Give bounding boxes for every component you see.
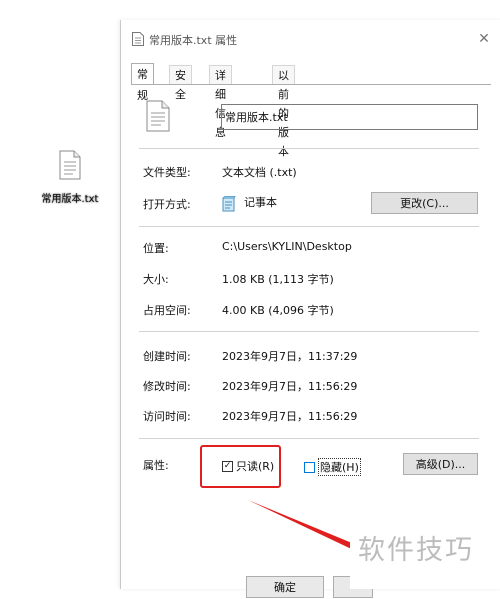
window-title: 常用版本.txt 属性 <box>149 34 238 47</box>
tab-previous-versions[interactable]: 以前的版本 <box>272 65 295 158</box>
hidden-label: 隐藏(H) <box>318 458 361 476</box>
tab-divider <box>131 84 491 85</box>
desktop-file-label: 常用版本.txt <box>41 194 99 205</box>
file-type-label: 文件类型: <box>143 166 191 179</box>
open-with-label: 打开方式: <box>143 198 191 211</box>
open-with-value: 记事本 <box>244 196 277 209</box>
tab-details[interactable]: 详细信息 <box>209 65 232 139</box>
text-file-icon <box>146 100 170 132</box>
size-label: 大小: <box>143 273 169 286</box>
size-value: 1.08 KB (1,113 字节) <box>222 273 334 286</box>
title-bar[interactable]: 常用版本.txt 属性 ✕ <box>121 20 500 58</box>
desktop-file-item[interactable]: 常用版本.txt <box>30 150 110 206</box>
close-button[interactable]: ✕ <box>473 28 495 50</box>
accessed-label: 访问时间: <box>143 410 191 423</box>
divider <box>139 331 479 332</box>
accessed-value: 2023年9月7日，11:56:29 <box>222 410 358 423</box>
file-type-value: 文本文档 (.txt) <box>222 166 297 179</box>
change-button[interactable]: 更改(C)... <box>371 192 478 214</box>
created-value: 2023年9月7日，11:37:29 <box>222 350 358 363</box>
tab-general[interactable]: 常规 <box>131 63 154 102</box>
location-label: 位置: <box>143 242 169 255</box>
location-value: C:\Users\KYLIN\Desktop <box>222 240 352 253</box>
hidden-checkbox[interactable]: 隐藏(H) <box>304 458 361 476</box>
close-icon: ✕ <box>478 31 490 47</box>
modified-value: 2023年9月7日，11:56:29 <box>222 380 358 393</box>
tab-security[interactable]: 安全 <box>169 65 192 101</box>
watermark-text: 软件技巧 <box>350 523 500 589</box>
properties-dialog: 常用版本.txt 属性 ✕ 常规 安全 详细信息 以前的版本 常用版本.txt … <box>120 20 500 598</box>
attributes-label: 属性: <box>143 459 169 472</box>
annotation-arrow <box>248 500 364 554</box>
divider <box>139 438 479 439</box>
size-on-disk-label: 占用空间: <box>143 304 191 317</box>
divider <box>139 226 479 227</box>
readonly-highlight-box <box>200 445 281 488</box>
checkbox-unchecked-icon <box>304 461 315 473</box>
file-name-input[interactable]: 常用版本.txt <box>221 104 478 130</box>
modified-label: 修改时间: <box>143 380 191 393</box>
advanced-button[interactable]: 高级(D)... <box>403 453 478 475</box>
divider <box>139 148 479 149</box>
ok-button[interactable]: 确定 <box>246 576 324 598</box>
size-on-disk-value: 4.00 KB (4,096 字节) <box>222 304 334 317</box>
created-label: 创建时间: <box>143 350 191 363</box>
notepad-icon <box>222 196 236 212</box>
text-file-icon <box>132 32 144 46</box>
text-file-icon <box>59 150 81 180</box>
